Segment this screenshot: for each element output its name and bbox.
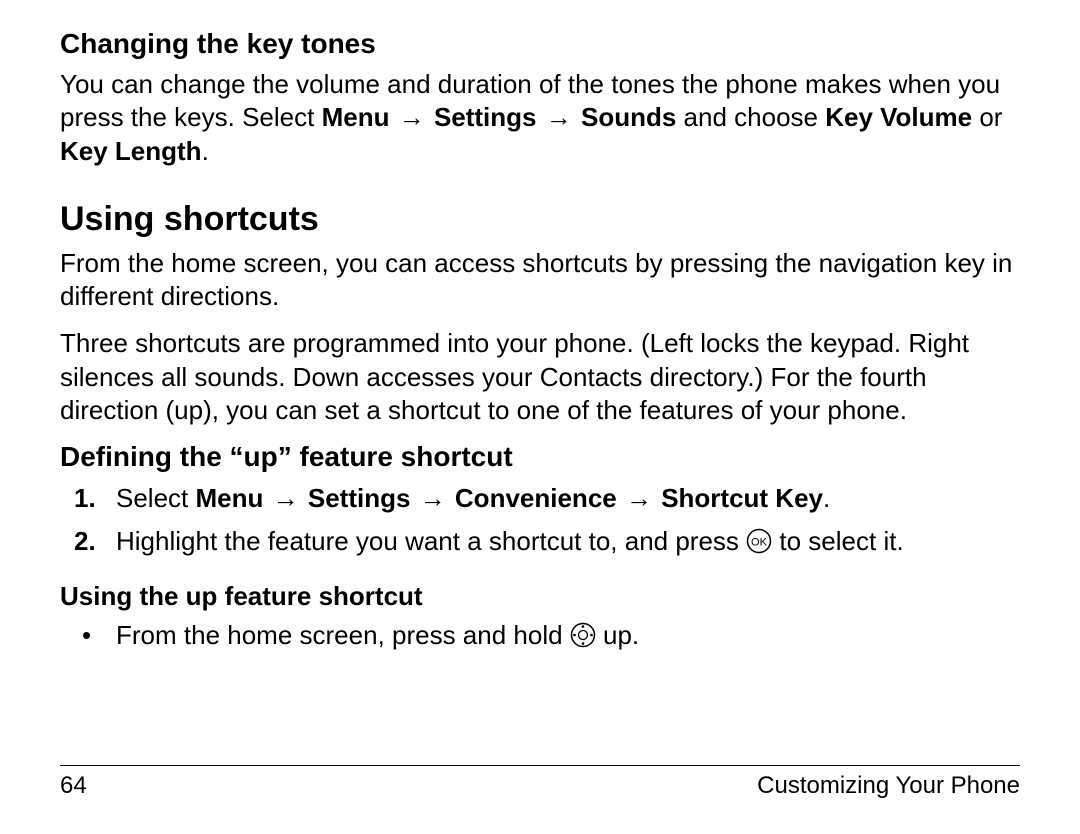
arrow-icon: → [624,483,654,513]
menu-path-convenience: Convenience [455,483,617,513]
ok-button-icon: OK [746,528,772,563]
page-number: 64 [60,772,87,800]
text: to select it. [779,526,903,556]
heading-using-shortcuts: Using shortcuts [60,200,1020,239]
step-2: Highlight the feature you want a shortcu… [116,524,1020,563]
steps-list: Select Menu → Settings → Convenience → S… [60,481,1020,563]
arrow-icon: → [397,102,427,132]
text: From the home screen, press and hold [116,620,570,650]
text: up. [603,620,639,650]
menu-path-settings: Settings [434,102,537,132]
bullet-item: From the home screen, press and hold up. [116,618,1020,657]
menu-path-sounds: Sounds [581,102,676,132]
option-key-volume: Key Volume [825,102,972,132]
menu-path-menu: Menu [322,102,390,132]
heading-key-tones: Changing the key tones [60,28,1020,60]
text: Highlight the feature you want a shortcu… [116,526,746,556]
menu-path-settings: Settings [308,483,411,513]
page-footer: 64 Customizing Your Phone [60,765,1020,800]
text: or [972,102,1002,132]
para-shortcuts-2: Three shortcuts are programmed into your… [60,327,1020,427]
arrow-icon: → [544,102,574,132]
manual-page: Changing the key tones You can change th… [0,0,1080,834]
arrow-icon: → [418,483,448,513]
nav-key-icon [570,622,596,657]
menu-path-shortcut-key: Shortcut Key [661,483,823,513]
heading-using-up: Using the up feature shortcut [60,581,1020,612]
text: . [823,483,830,513]
text: . [202,136,209,166]
heading-defining-up: Defining the “up” feature shortcut [60,441,1020,473]
menu-path-menu: Menu [196,483,264,513]
option-key-length: Key Length [60,136,202,166]
text: and choose [676,102,825,132]
para-key-tones: You can change the volume and duration o… [60,68,1020,168]
arrow-icon: → [271,483,301,513]
text: Select [116,483,196,513]
svg-text:OK: OK [751,537,768,549]
step-1: Select Menu → Settings → Convenience → S… [116,481,1020,516]
chapter-title: Customizing Your Phone [757,772,1020,800]
para-shortcuts-1: From the home screen, you can access sho… [60,247,1020,314]
bullet-list: From the home screen, press and hold up. [60,618,1020,657]
